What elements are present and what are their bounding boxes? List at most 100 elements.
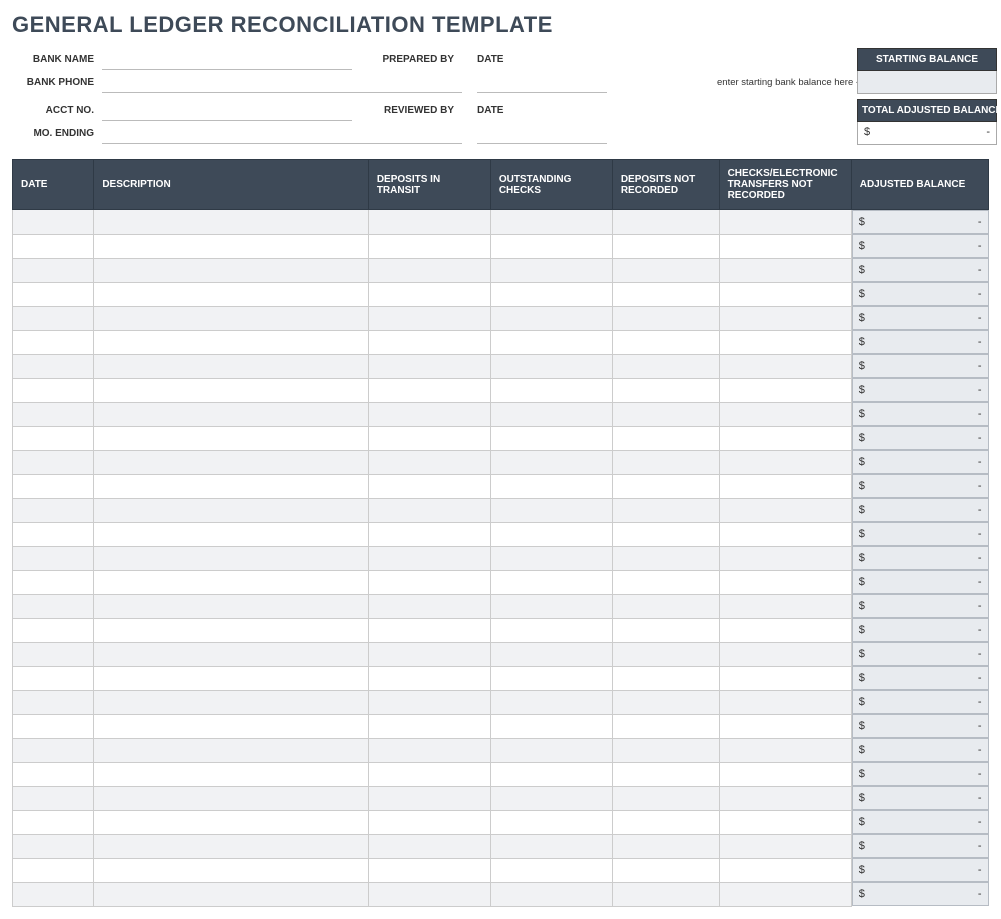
cell-date[interactable] bbox=[13, 234, 94, 258]
cell-deposits-in-transit[interactable] bbox=[368, 882, 490, 906]
cell-deposits-in-transit[interactable] bbox=[368, 570, 490, 594]
cell-deposits-in-transit[interactable] bbox=[368, 834, 490, 858]
cell-checks-not-recorded[interactable] bbox=[719, 498, 851, 522]
cell-deposits-not-recorded[interactable] bbox=[612, 738, 719, 762]
cell-checks-not-recorded[interactable] bbox=[719, 378, 851, 402]
cell-deposits-not-recorded[interactable] bbox=[612, 594, 719, 618]
cell-checks-not-recorded[interactable] bbox=[719, 834, 851, 858]
cell-deposits-in-transit[interactable] bbox=[368, 810, 490, 834]
cell-checks-not-recorded[interactable] bbox=[719, 306, 851, 330]
cell-deposits-in-transit[interactable] bbox=[368, 690, 490, 714]
cell-date[interactable] bbox=[13, 570, 94, 594]
cell-description[interactable] bbox=[94, 378, 369, 402]
cell-date[interactable] bbox=[13, 354, 94, 378]
reviewed-date-field[interactable] bbox=[477, 122, 607, 144]
cell-date[interactable] bbox=[13, 306, 94, 330]
cell-description[interactable] bbox=[94, 498, 369, 522]
cell-deposits-in-transit[interactable] bbox=[368, 330, 490, 354]
cell-description[interactable] bbox=[94, 882, 369, 906]
cell-deposits-in-transit[interactable] bbox=[368, 738, 490, 762]
cell-description[interactable] bbox=[94, 594, 369, 618]
prepared-date-field[interactable] bbox=[477, 71, 607, 93]
cell-outstanding-checks[interactable] bbox=[490, 378, 612, 402]
cell-checks-not-recorded[interactable] bbox=[719, 234, 851, 258]
cell-deposits-in-transit[interactable] bbox=[368, 258, 490, 282]
cell-deposits-in-transit[interactable] bbox=[368, 546, 490, 570]
cell-checks-not-recorded[interactable] bbox=[719, 762, 851, 786]
cell-checks-not-recorded[interactable] bbox=[719, 882, 851, 906]
cell-checks-not-recorded[interactable] bbox=[719, 810, 851, 834]
cell-deposits-in-transit[interactable] bbox=[368, 450, 490, 474]
cell-date[interactable] bbox=[13, 714, 94, 738]
cell-outstanding-checks[interactable] bbox=[490, 714, 612, 738]
cell-deposits-not-recorded[interactable] bbox=[612, 858, 719, 882]
cell-deposits-not-recorded[interactable] bbox=[612, 546, 719, 570]
cell-checks-not-recorded[interactable] bbox=[719, 738, 851, 762]
cell-date[interactable] bbox=[13, 522, 94, 546]
cell-checks-not-recorded[interactable] bbox=[719, 258, 851, 282]
cell-deposits-in-transit[interactable] bbox=[368, 306, 490, 330]
cell-outstanding-checks[interactable] bbox=[490, 330, 612, 354]
cell-outstanding-checks[interactable] bbox=[490, 690, 612, 714]
cell-date[interactable] bbox=[13, 546, 94, 570]
cell-checks-not-recorded[interactable] bbox=[719, 570, 851, 594]
cell-date[interactable] bbox=[13, 498, 94, 522]
cell-deposits-in-transit[interactable] bbox=[368, 282, 490, 306]
cell-date[interactable] bbox=[13, 858, 94, 882]
cell-description[interactable] bbox=[94, 474, 369, 498]
cell-outstanding-checks[interactable] bbox=[490, 786, 612, 810]
cell-date[interactable] bbox=[13, 402, 94, 426]
cell-deposits-in-transit[interactable] bbox=[368, 594, 490, 618]
cell-outstanding-checks[interactable] bbox=[490, 234, 612, 258]
cell-deposits-not-recorded[interactable] bbox=[612, 666, 719, 690]
cell-deposits-in-transit[interactable] bbox=[368, 522, 490, 546]
cell-description[interactable] bbox=[94, 450, 369, 474]
cell-outstanding-checks[interactable] bbox=[490, 594, 612, 618]
cell-deposits-not-recorded[interactable] bbox=[612, 714, 719, 738]
cell-description[interactable] bbox=[94, 258, 369, 282]
cell-outstanding-checks[interactable] bbox=[490, 642, 612, 666]
cell-checks-not-recorded[interactable] bbox=[719, 330, 851, 354]
cell-date[interactable] bbox=[13, 762, 94, 786]
cell-deposits-in-transit[interactable] bbox=[368, 858, 490, 882]
cell-checks-not-recorded[interactable] bbox=[719, 786, 851, 810]
cell-outstanding-checks[interactable] bbox=[490, 474, 612, 498]
cell-deposits-in-transit[interactable] bbox=[368, 786, 490, 810]
cell-deposits-not-recorded[interactable] bbox=[612, 570, 719, 594]
bank-name-field[interactable] bbox=[102, 48, 352, 70]
cell-checks-not-recorded[interactable] bbox=[719, 618, 851, 642]
bank-phone-field[interactable] bbox=[102, 71, 352, 93]
cell-description[interactable] bbox=[94, 738, 369, 762]
cell-deposits-not-recorded[interactable] bbox=[612, 474, 719, 498]
cell-description[interactable] bbox=[94, 642, 369, 666]
cell-date[interactable] bbox=[13, 786, 94, 810]
cell-checks-not-recorded[interactable] bbox=[719, 282, 851, 306]
cell-checks-not-recorded[interactable] bbox=[719, 714, 851, 738]
cell-description[interactable] bbox=[94, 690, 369, 714]
cell-deposits-not-recorded[interactable] bbox=[612, 234, 719, 258]
cell-deposits-not-recorded[interactable] bbox=[612, 210, 719, 235]
cell-outstanding-checks[interactable] bbox=[490, 882, 612, 906]
cell-description[interactable] bbox=[94, 426, 369, 450]
starting-balance-value[interactable] bbox=[857, 71, 997, 94]
cell-date[interactable] bbox=[13, 330, 94, 354]
cell-outstanding-checks[interactable] bbox=[490, 354, 612, 378]
cell-deposits-not-recorded[interactable] bbox=[612, 690, 719, 714]
cell-deposits-not-recorded[interactable] bbox=[612, 498, 719, 522]
cell-deposits-not-recorded[interactable] bbox=[612, 330, 719, 354]
cell-deposits-in-transit[interactable] bbox=[368, 234, 490, 258]
cell-checks-not-recorded[interactable] bbox=[719, 474, 851, 498]
cell-checks-not-recorded[interactable] bbox=[719, 594, 851, 618]
cell-checks-not-recorded[interactable] bbox=[719, 450, 851, 474]
cell-deposits-in-transit[interactable] bbox=[368, 210, 490, 235]
cell-deposits-in-transit[interactable] bbox=[368, 378, 490, 402]
cell-date[interactable] bbox=[13, 690, 94, 714]
cell-description[interactable] bbox=[94, 570, 369, 594]
cell-checks-not-recorded[interactable] bbox=[719, 642, 851, 666]
cell-outstanding-checks[interactable] bbox=[490, 570, 612, 594]
cell-description[interactable] bbox=[94, 546, 369, 570]
cell-description[interactable] bbox=[94, 402, 369, 426]
cell-date[interactable] bbox=[13, 738, 94, 762]
cell-deposits-in-transit[interactable] bbox=[368, 618, 490, 642]
cell-date[interactable] bbox=[13, 474, 94, 498]
